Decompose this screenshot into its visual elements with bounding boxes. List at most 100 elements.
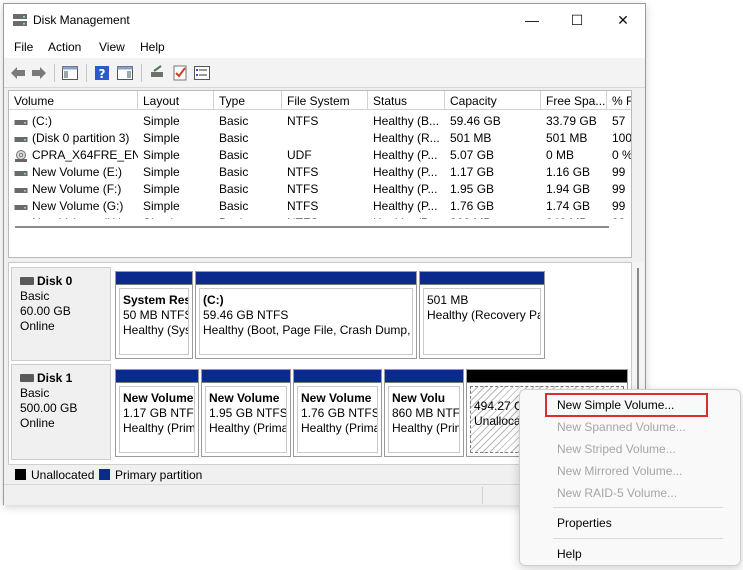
primary-partition-bar <box>202 370 290 383</box>
legend-swatch-unallocated <box>15 469 26 480</box>
cell-status: Healthy (B... <box>373 114 445 128</box>
partition-size: 1.95 GB NTFS <box>209 406 287 420</box>
status-divider <box>482 487 483 504</box>
partition-new-volume-e[interactable]: New Volume 1.17 GB NTFS Healthy (Prim <box>115 369 199 457</box>
menu-item-properties[interactable]: Properties <box>557 516 612 530</box>
maximize-button[interactable]: ☐ <box>554 4 600 36</box>
column-header-free-space[interactable]: Free Spa... <box>541 91 607 110</box>
drive-icon <box>14 136 28 142</box>
column-header-status[interactable]: Status <box>368 91 445 110</box>
cell-text: 57 <box>612 114 626 128</box>
table-row[interactable]: New Volume (F:) Simple Basic NTFS Healthy (P… <box>9 180 631 197</box>
cell-text: NTFS <box>287 165 319 179</box>
cell-text: Basic <box>219 165 249 179</box>
column-header-capacity[interactable]: Capacity <box>445 91 541 110</box>
cell-fs: NTFS <box>287 165 367 179</box>
scrollbar-thumb[interactable] <box>15 226 609 228</box>
menu-bar: File Action View Help <box>4 36 645 58</box>
properties-list-icon[interactable] <box>193 64 211 82</box>
menu-item-new-mirrored-volume[interactable]: New Mirrored Volume... <box>557 464 682 478</box>
disk-1-label[interactable]: Disk 1 Basic 500.00 GB Online <box>11 364 111 460</box>
cell-text: 59.46 GB <box>450 114 501 128</box>
cell-layout: Simple <box>143 114 213 128</box>
cell-text: 1.95 GB <box>450 182 495 196</box>
volume-list-horizontal-scrollbar[interactable] <box>9 219 631 235</box>
menu-item-new-raid5-volume[interactable]: New RAID-5 Volume... <box>557 486 677 500</box>
menu-action[interactable]: Action <box>48 40 81 54</box>
column-header-percent-free[interactable]: % F <box>607 91 631 110</box>
menu-item-help[interactable]: Help <box>557 547 582 561</box>
cell-text: Basic <box>219 199 249 213</box>
toolbar: ? <box>4 58 645 88</box>
partition-system-reserved[interactable]: System Res 50 MB NTFS Healthy (Sys <box>115 271 193 359</box>
cell-status: Healthy (P... <box>373 182 445 196</box>
cell-status: Healthy (P... <box>373 148 445 162</box>
cell-text: Simple <box>143 165 180 179</box>
cell-fs: NTFS <box>287 182 367 196</box>
show-hide-action-pane-icon[interactable] <box>116 64 134 82</box>
menu-file[interactable]: File <box>14 40 33 54</box>
menu-item-new-simple-volume[interactable]: New Simple Volume... <box>557 398 674 412</box>
column-header-layout[interactable]: Layout <box>138 91 214 110</box>
cell-pct: 99 <box>612 165 631 179</box>
minimize-button[interactable]: — <box>509 4 555 36</box>
disk-size: 60.00 GB <box>20 304 71 318</box>
partition-size: 501 MB <box>427 293 469 307</box>
column-header-file-system[interactable]: File System <box>282 91 368 110</box>
cell-name: New Volume (F:) <box>14 182 138 196</box>
partition-new-volume-g[interactable]: New Volume 1.76 GB NTFS Healthy (Prima <box>293 369 382 457</box>
cell-type: Basic <box>219 148 281 162</box>
cell-free: 33.79 GB <box>546 114 606 128</box>
partition-status: Healthy (Prima <box>301 421 378 435</box>
disk-0-label[interactable]: Disk 0 Basic 60.00 GB Online <box>11 267 111 361</box>
partition-status: Healthy (Recovery Pa <box>427 308 541 322</box>
drive-icon <box>14 119 28 125</box>
cell-text: 99 <box>612 199 626 213</box>
cell-free: 501 MB <box>546 131 606 145</box>
table-row[interactable]: New Volume (G:) Simple Basic NTFS Healthy (P… <box>9 197 631 214</box>
forward-arrow-icon[interactable] <box>30 64 48 82</box>
cell-layout: Simple <box>143 148 213 162</box>
cell-capacity: 5.07 GB <box>450 148 540 162</box>
show-hide-console-tree-icon[interactable] <box>61 64 79 82</box>
partition-name: New Volume <box>209 391 280 405</box>
cell-free: 1.16 GB <box>546 165 606 179</box>
table-row[interactable]: (C:) Simple Basic NTFS Healthy (B... 59.46 GB… <box>9 112 631 129</box>
cell-fs: NTFS <box>287 199 367 213</box>
partition-recovery[interactable]: 501 MB Healthy (Recovery Pa <box>419 271 545 359</box>
cell-free: 1.74 GB <box>546 199 606 213</box>
toolbar-separator <box>86 64 87 82</box>
cell-layout: Simple <box>143 165 213 179</box>
cell-text: NTFS <box>287 182 319 196</box>
table-row[interactable]: (Disk 0 partition 3) Simple Basic Healthy (… <box>9 129 631 146</box>
partition-new-volume-f[interactable]: New Volume 1.95 GB NTFS Healthy (Prima <box>201 369 291 457</box>
column-header-type[interactable]: Type <box>214 91 282 110</box>
cell-pct: 0 % <box>612 148 631 162</box>
volume-list-pane: Volume Layout Type File System Status Ca… <box>8 90 632 258</box>
cell-text: Simple <box>143 199 180 213</box>
cell-free: 0 MB <box>546 148 606 162</box>
menu-item-new-spanned-volume[interactable]: New Spanned Volume... <box>557 420 686 434</box>
cell-capacity: 59.46 GB <box>450 114 540 128</box>
cell-text: 99 <box>612 165 626 179</box>
cell-type: Basic <box>219 114 281 128</box>
menu-view[interactable]: View <box>99 40 125 54</box>
back-arrow-icon[interactable] <box>9 64 27 82</box>
menu-item-new-striped-volume[interactable]: New Striped Volume... <box>557 442 676 456</box>
legend-swatch-primary <box>99 469 110 480</box>
close-button[interactable]: ✕ <box>600 4 646 36</box>
column-header-volume[interactable]: Volume <box>9 91 138 110</box>
partition-new-volume-h[interactable]: New Volu860 MB NTFSHealthy (Prim <box>384 369 464 457</box>
window-title: Disk Management <box>33 13 130 27</box>
table-row[interactable]: New Volume (E:) Simple Basic NTFS Healthy (P… <box>9 163 631 180</box>
table-row[interactable]: CPRA_X64FRE_EN-... Simple Basic UDF Healthy … <box>9 146 631 163</box>
drive-icon <box>14 187 28 193</box>
cell-pct: 100 <box>612 131 631 145</box>
cell-name: (C:) <box>14 114 138 128</box>
checklist-icon[interactable] <box>171 64 189 82</box>
connect-drive-icon[interactable] <box>148 64 166 82</box>
partition-c[interactable]: (C:) 59.46 GB NTFS Healthy (Boot, Page Fil… <box>195 271 417 359</box>
help-icon[interactable]: ? <box>93 64 111 82</box>
menu-help[interactable]: Help <box>140 40 165 54</box>
context-menu: New Simple Volume... New Spanned Volume.… <box>519 389 741 566</box>
